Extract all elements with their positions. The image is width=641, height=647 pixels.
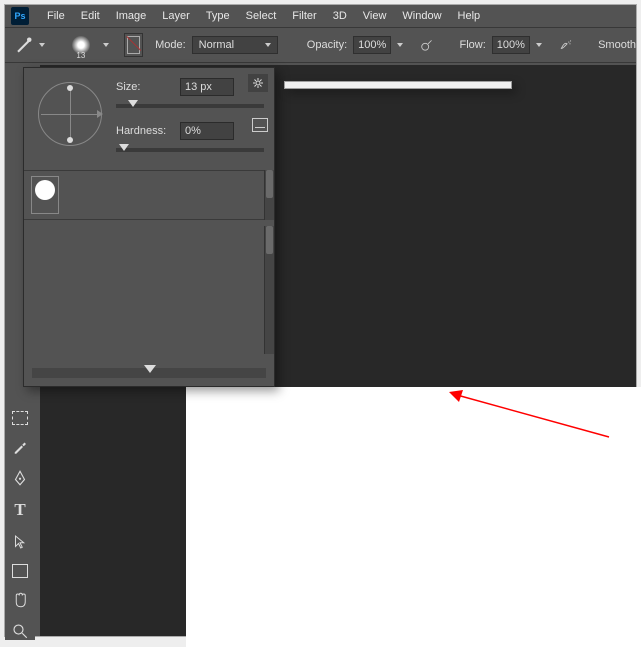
- blend-mode-select[interactable]: Normal: [192, 36, 278, 54]
- canvas[interactable]: [186, 387, 641, 647]
- type-tool-icon[interactable]: T: [14, 500, 25, 520]
- brush-panel-context-menu: [284, 81, 512, 89]
- preset-list-scrollbar[interactable]: [264, 226, 274, 354]
- brush-preset-picker[interactable]: 13: [65, 30, 97, 60]
- hardness-label: Hardness:: [116, 125, 172, 137]
- brush-size-readout: 13: [76, 51, 85, 60]
- options-bar: 13 Mode: Normal Opacity: 100% Flow: 100%…: [5, 27, 636, 63]
- opacity-input[interactable]: 100%: [353, 36, 391, 54]
- flow-input[interactable]: 100%: [492, 36, 530, 54]
- brush-hardness-slider[interactable]: [116, 148, 264, 152]
- brush-angle-picker[interactable]: [38, 82, 102, 146]
- brush-size-input[interactable]: 13 px: [180, 78, 234, 96]
- menu-filter[interactable]: Filter: [284, 7, 324, 25]
- brush-preset-panel: Size: 13 px Hardness: 0%: [23, 67, 275, 387]
- pressure-opacity-icon[interactable]: [420, 36, 434, 54]
- eyedropper-tool-icon[interactable]: [11, 438, 29, 456]
- blend-mode-value: Normal: [199, 39, 234, 51]
- size-label: Size:: [116, 81, 172, 93]
- panel-resize-slider[interactable]: [32, 368, 266, 378]
- recent-brushes-scrollbar[interactable]: [264, 170, 274, 220]
- hand-tool-icon[interactable]: [11, 591, 29, 609]
- airbrush-icon[interactable]: [559, 36, 573, 54]
- photoshop-window: Ps FileEditImageLayerTypeSelectFilter3DV…: [4, 4, 637, 637]
- menu-edit[interactable]: Edit: [73, 7, 108, 25]
- pen-tool-icon[interactable]: [11, 469, 29, 487]
- menubar: Ps FileEditImageLayerTypeSelectFilter3DV…: [5, 5, 636, 27]
- rectangle-tool-icon[interactable]: [12, 564, 28, 578]
- menu-image[interactable]: Image: [108, 7, 155, 25]
- brush-settings-toggle[interactable]: [124, 33, 143, 57]
- create-new-brush-icon[interactable]: [252, 118, 268, 132]
- brush-hardness-input[interactable]: 0%: [180, 122, 234, 140]
- opacity-label: Opacity:: [307, 39, 347, 51]
- app-badge[interactable]: Ps: [11, 7, 29, 25]
- menu-layer[interactable]: Layer: [154, 7, 198, 25]
- menu-type[interactable]: Type: [198, 7, 238, 25]
- rect-marquee-tool-icon[interactable]: [12, 411, 28, 425]
- chevron-down-icon[interactable]: [536, 43, 542, 47]
- menu-file[interactable]: File: [39, 7, 73, 25]
- menu-view[interactable]: View: [355, 7, 395, 25]
- brush-size-slider[interactable]: [116, 104, 264, 108]
- panel-gear-button[interactable]: [248, 74, 268, 92]
- recent-brush-thumb[interactable]: [32, 177, 58, 213]
- menu-select[interactable]: Select: [238, 7, 285, 25]
- brush-preset-list[interactable]: [32, 226, 264, 354]
- path-select-tool-icon[interactable]: [11, 533, 29, 551]
- tool-preset-picker[interactable]: [15, 34, 33, 56]
- chevron-down-icon: [265, 43, 271, 47]
- chevron-down-icon[interactable]: [397, 43, 403, 47]
- menu-help[interactable]: Help: [450, 7, 489, 25]
- menu-window[interactable]: Window: [394, 7, 449, 25]
- mode-label: Mode:: [155, 39, 186, 51]
- menu-3d[interactable]: 3D: [325, 7, 355, 25]
- flow-label: Flow:: [459, 39, 485, 51]
- zoom-tool-icon[interactable]: [11, 622, 29, 640]
- chevron-down-icon[interactable]: [39, 43, 45, 47]
- chevron-down-icon[interactable]: [103, 43, 109, 47]
- smoothing-label: Smooth: [598, 39, 636, 51]
- recent-brushes-row: [24, 170, 264, 220]
- tool-strip: T: [5, 405, 35, 640]
